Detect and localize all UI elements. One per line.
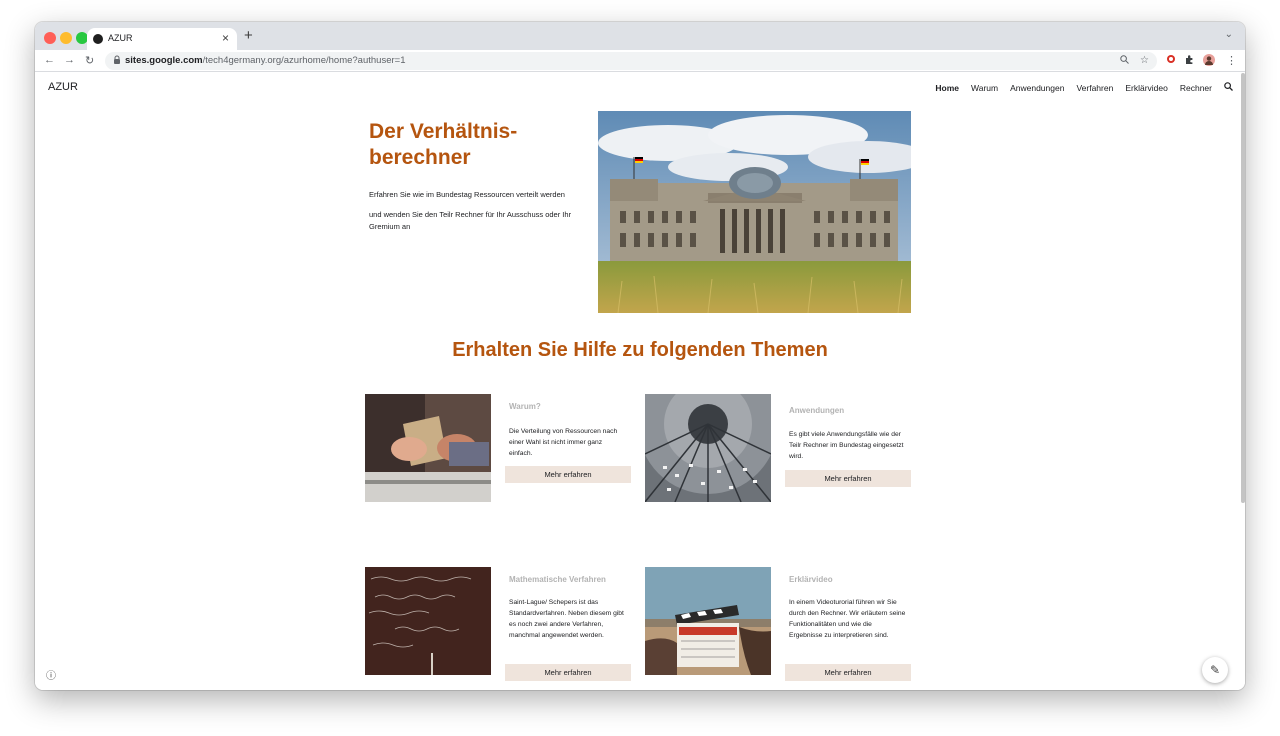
browser-window: AZUR × + ⌄ ← → ↻ sites.google.com/tech4g… xyxy=(35,22,1245,690)
zoom-search-icon[interactable] xyxy=(1120,55,1129,67)
site-navigation: Home Warum Anwendungen Verfahren Erklärv… xyxy=(923,82,1233,94)
new-tab-button[interactable]: + xyxy=(244,27,253,44)
card-heading-anwendungen: Anwendungen xyxy=(789,406,845,415)
hero-title: Der Verhältnis- berechner xyxy=(369,120,518,169)
hero-description: und wenden Sie den Teilr Rechner für Ihr… xyxy=(369,210,572,231)
card-text-erklaervideo: In einem Videoturorial führen wir Sie du… xyxy=(789,599,906,639)
mehr-erfahren-button-warum[interactable]: Mehr erfahren xyxy=(505,466,631,483)
chalkboard-image xyxy=(365,567,491,675)
tab-title: AZUR xyxy=(108,33,133,43)
ballot-image xyxy=(365,394,491,502)
edit-pencil-icon[interactable]: ✎ xyxy=(1202,657,1228,683)
hero-subtitle: Erfahren Sie wie im Bundestag Ressourcen… xyxy=(369,190,565,199)
reload-icon[interactable]: ↻ xyxy=(85,54,94,67)
tab-search-chevron-icon[interactable]: ⌄ xyxy=(1225,29,1233,40)
site-favicon-icon xyxy=(93,34,103,44)
mehr-erfahren-button-erklaervideo[interactable]: Mehr erfahren xyxy=(785,664,911,681)
mehr-erfahren-button-anwendungen[interactable]: Mehr erfahren xyxy=(785,470,911,487)
extensions-puzzle-icon[interactable] xyxy=(1184,54,1195,68)
nav-erklaervideo[interactable]: Erklärvideo xyxy=(1125,83,1168,93)
lock-icon[interactable] xyxy=(113,55,121,66)
page-scrollbar[interactable] xyxy=(1241,73,1245,503)
browser-menu-icon[interactable]: ⋮ xyxy=(1226,54,1237,67)
clapperboard-image xyxy=(645,567,771,675)
card-heading-erklaervideo: Erklärvideo xyxy=(789,575,833,584)
minimize-window-button[interactable] xyxy=(60,32,72,44)
card-text-warum: Die Verteilung von Ressourcen nach einer… xyxy=(509,428,618,457)
browser-tab[interactable]: AZUR × xyxy=(87,28,237,50)
reichstag-image xyxy=(598,111,911,313)
plenary-dome-image xyxy=(645,394,771,502)
card-heading-warum: Warum? xyxy=(509,402,541,411)
mehr-erfahren-button-verfahren[interactable]: Mehr erfahren xyxy=(505,664,631,681)
nav-verfahren[interactable]: Verfahren xyxy=(1076,83,1113,93)
nav-rechner[interactable]: Rechner xyxy=(1180,83,1212,93)
card-text-verfahren: Saint-Lague/ Schepers ist das Standardve… xyxy=(509,599,624,639)
tab-close-icon[interactable]: × xyxy=(222,31,229,45)
nav-anwendungen[interactable]: Anwendungen xyxy=(1010,83,1064,93)
card-heading-verfahren: Mathematische Verfahren xyxy=(509,575,606,584)
profile-avatar-icon[interactable] xyxy=(1203,54,1215,69)
tab-bar: AZUR × + ⌄ xyxy=(35,22,1245,50)
web-page: AZUR Home Warum Anwendungen Verfahren Er… xyxy=(35,73,1245,690)
close-window-button[interactable] xyxy=(44,32,56,44)
info-icon[interactable]: ⓘ xyxy=(46,667,56,682)
browser-toolbar: ← → ↻ sites.google.com/tech4germany.org/… xyxy=(35,50,1245,72)
card-text-anwendungen: Es gibt viele Anwendungsfälle wie der Te… xyxy=(789,431,904,460)
nav-home[interactable]: Home xyxy=(935,83,959,93)
address-bar[interactable]: sites.google.com/tech4germany.org/azurho… xyxy=(105,52,1157,70)
nav-warum[interactable]: Warum xyxy=(971,83,998,93)
forward-arrow-icon[interactable]: → xyxy=(64,54,75,66)
section-title: Erhalten Sie Hilfe zu folgenden Themen xyxy=(452,339,828,361)
site-search-icon[interactable] xyxy=(1224,82,1233,94)
url-text[interactable]: sites.google.com/tech4germany.org/azurho… xyxy=(125,55,406,66)
extension-icon[interactable] xyxy=(1166,54,1176,67)
back-arrow-icon[interactable]: ← xyxy=(44,54,55,66)
bookmark-star-icon[interactable]: ☆ xyxy=(1140,55,1149,66)
site-brand[interactable]: AZUR xyxy=(48,81,78,93)
